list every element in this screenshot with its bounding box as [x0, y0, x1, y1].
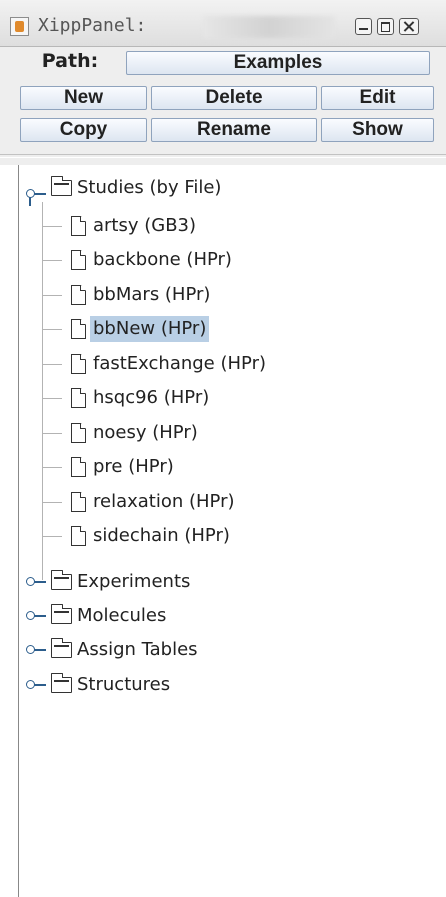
folder-icon — [50, 570, 72, 590]
tree-node-label: bbMars (HPr) — [93, 284, 211, 305]
tree-branch-line — [42, 398, 62, 399]
expand-handle-icon[interactable] — [26, 575, 48, 589]
show-button[interactable]: Show — [321, 118, 434, 142]
tree-node-file[interactable]: bbMars (HPr) — [71, 282, 210, 308]
tree-node-molecules[interactable]: Molecules — [50, 603, 167, 629]
study-tree[interactable]: Studies (by File) artsy (GB3) backbone (… — [18, 165, 446, 897]
toolbar-panel: Path: Examples New Delete Edit Copy Rena… — [0, 47, 446, 165]
maximize-icon[interactable] — [377, 18, 394, 35]
expand-handle-icon[interactable] — [26, 643, 48, 657]
folder-icon — [50, 176, 72, 196]
tree-branch-line — [42, 260, 62, 261]
tree-node-label: artsy (GB3) — [93, 215, 197, 236]
file-icon — [71, 319, 86, 339]
tree-node-studies[interactable]: Studies (by File) — [50, 175, 222, 201]
tree-branch-line — [42, 502, 62, 503]
file-icon — [71, 457, 86, 477]
edit-button[interactable]: Edit — [321, 86, 434, 110]
obscured-title-region — [203, 16, 335, 38]
tree-branch-line — [42, 467, 62, 468]
xipp-panel-window: XippPanel: Path: Examples New Delete Edi… — [0, 0, 446, 897]
tree-node-label: sidechain (HPr) — [93, 525, 230, 546]
tree-node-label: noesy (HPr) — [93, 422, 198, 443]
tree-branch-line — [42, 226, 62, 227]
folder-icon — [50, 638, 72, 658]
file-icon — [71, 285, 86, 305]
minimize-icon[interactable] — [355, 18, 372, 35]
tree-branch-line — [42, 364, 62, 365]
file-icon — [71, 216, 86, 236]
path-selector-button[interactable]: Examples — [126, 51, 430, 75]
expand-handle-icon[interactable] — [26, 678, 48, 692]
tree-node-label: bbNew (HPr) — [90, 316, 210, 342]
title-bar[interactable]: XippPanel: — [0, 0, 446, 47]
file-icon — [71, 388, 86, 408]
tree-connector-line — [42, 202, 43, 580]
tree-node-label: Assign Tables — [77, 639, 198, 660]
delete-button[interactable]: Delete — [151, 86, 317, 110]
collapse-handle-icon[interactable] — [26, 187, 48, 206]
tree-node-file[interactable]: backbone (HPr) — [71, 247, 232, 273]
tree-node-structures[interactable]: Structures — [50, 672, 171, 698]
tree-node-label: relaxation (HPr) — [93, 491, 235, 512]
tree-branch-line — [42, 329, 62, 330]
tree-node-file[interactable]: artsy (GB3) — [71, 213, 196, 239]
file-icon — [71, 526, 86, 546]
tree-node-label: Molecules — [77, 605, 167, 626]
java-app-icon — [10, 17, 29, 36]
new-button[interactable]: New — [20, 86, 147, 110]
window-title: XippPanel: — [38, 15, 147, 36]
folder-icon — [50, 673, 72, 693]
tree-node-label: Experiments — [77, 571, 191, 592]
tree-branch-line — [42, 433, 62, 434]
tree-node-file[interactable]: sidechain (HPr) — [71, 523, 230, 549]
tree-node-file[interactable]: hsqc96 (HPr) — [71, 385, 209, 411]
close-icon[interactable] — [399, 18, 419, 35]
file-icon — [71, 492, 86, 512]
tree-branch-line — [42, 295, 62, 296]
tree-node-label: backbone (HPr) — [93, 249, 232, 270]
expand-handle-icon[interactable] — [26, 609, 48, 623]
tree-node-label: Studies (by File) — [77, 177, 222, 198]
copy-button[interactable]: Copy — [20, 118, 147, 142]
folder-icon — [50, 604, 72, 624]
tree-node-label: fastExchange (HPr) — [93, 353, 266, 374]
tree-node-file[interactable]: fastExchange (HPr) — [71, 351, 266, 377]
path-label: Path: — [41, 50, 99, 72]
rename-button[interactable]: Rename — [151, 118, 317, 142]
tree-node-label: hsqc96 (HPr) — [93, 387, 210, 408]
tree-node-file[interactable]: pre (HPr) — [71, 454, 174, 480]
tree-node-file-selected[interactable]: bbNew (HPr) — [71, 316, 210, 342]
tree-node-label: Structures — [77, 674, 171, 695]
tree-node-file[interactable]: noesy (HPr) — [71, 420, 198, 446]
tree-node-assign-tables[interactable]: Assign Tables — [50, 637, 198, 663]
file-icon — [71, 354, 86, 374]
tree-node-experiments[interactable]: Experiments — [50, 569, 191, 595]
file-icon — [71, 250, 86, 270]
tree-node-file[interactable]: relaxation (HPr) — [71, 489, 235, 515]
toolbar-separator — [0, 154, 446, 158]
file-icon — [71, 423, 86, 443]
tree-node-label: pre (HPr) — [93, 456, 174, 477]
tree-branch-line — [42, 536, 62, 537]
